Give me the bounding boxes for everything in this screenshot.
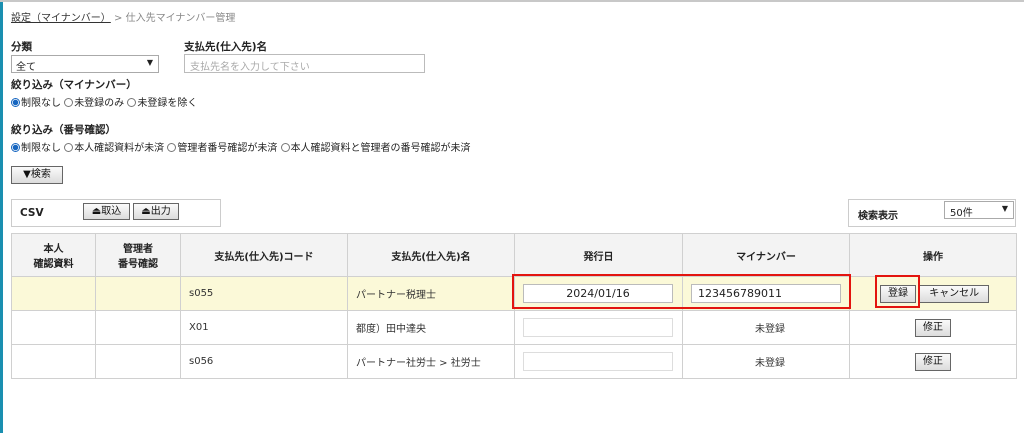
mynumber-filter-label: 絞り込み（マイナンバー） <box>11 79 137 91</box>
table-row: s056 パートナー社労士 > 社労士 未登録 修正 <box>11 344 1017 379</box>
payee-name-label: 支払先(仕入先)名 <box>184 41 268 53</box>
cell-issue-date <box>514 310 683 345</box>
top-divider <box>0 0 1024 2</box>
cell-issue-date <box>514 344 683 379</box>
cell-admin-check <box>95 310 181 345</box>
radio-admin-check-pending[interactable]: 管理者番号確認が未済 <box>167 143 277 154</box>
display-count-label: 検索表示 <box>858 211 898 222</box>
radio-selected-icon <box>11 98 20 107</box>
cell-payee-code: X01 <box>180 310 348 345</box>
header-issue-date: 発行日 <box>514 233 683 277</box>
cell-admin-check <box>95 344 181 379</box>
number-check-filter-group: 制限なし 本人確認資料が未済 管理者番号確認が未済 本人確認資料と管理者の番号確… <box>11 139 471 154</box>
cell-payee-name: パートナー税理士 <box>347 276 515 311</box>
radio-no-limit[interactable]: 制限なし <box>11 98 61 109</box>
radio-icon <box>64 143 74 152</box>
radio-icon <box>167 143 177 152</box>
radio-check-no-limit[interactable]: 制限なし <box>11 143 61 154</box>
dropdown-arrow-icon: ▼ <box>1001 204 1008 213</box>
search-button[interactable]: ▼検索 <box>11 166 63 184</box>
breadcrumb-current: 仕入先マイナンバー管理 <box>125 13 236 24</box>
radio-selected-icon <box>11 143 20 152</box>
cell-payee-name: 都度）田中達央 <box>347 310 515 345</box>
cell-payee-name: パートナー社労士 > 社労士 <box>347 344 515 379</box>
cell-payee-code: s055 <box>180 276 348 311</box>
cell-actions: 修正 <box>849 310 1017 345</box>
display-count-value: 50件 <box>950 208 973 219</box>
radio-both-pending[interactable]: 本人確認資料と管理者の番号確認が未済 <box>280 143 471 154</box>
table-row: X01 都度）田中達央 未登録 修正 <box>11 310 1017 345</box>
radio-unregistered-only[interactable]: 未登録のみ <box>64 98 124 109</box>
cell-admin-check <box>95 276 181 311</box>
table-header-row: 本人 確認資料 管理者 番号確認 支払先(仕入先)コード 支払先(仕入先)名 発行日… <box>11 233 1017 277</box>
payee-name-placeholder: 支払先名を入力して下さい <box>190 62 310 73</box>
cell-identity-doc <box>11 344 96 379</box>
annotation-highlight-register <box>875 275 920 308</box>
display-count-select[interactable]: 50件 ▼ <box>944 201 1014 219</box>
header-admin-check: 管理者 番号確認 <box>95 233 181 277</box>
category-select-value: 全て <box>16 62 36 73</box>
radio-icon <box>127 98 137 107</box>
upload-icon: ⏏ <box>141 206 151 217</box>
csv-export-button[interactable]: ⏏出力 <box>133 203 179 220</box>
breadcrumb: 設定（マイナンバー） > 仕入先マイナンバー管理 <box>11 9 235 24</box>
header-actions: 操作 <box>849 233 1017 277</box>
csv-import-button[interactable]: ⏏取込 <box>83 203 130 220</box>
cell-actions: 修正 <box>849 344 1017 379</box>
radio-exclude-unregistered[interactable]: 未登録を除く <box>127 98 197 109</box>
category-label: 分類 <box>11 41 32 53</box>
cell-identity-doc <box>11 276 96 311</box>
radio-identity-doc-pending[interactable]: 本人確認資料が未済 <box>64 143 164 154</box>
unregistered-status: 未登録 <box>682 344 850 379</box>
left-accent-bar <box>0 0 3 433</box>
annotation-highlight-inputs <box>512 274 851 309</box>
issue-date-input[interactable] <box>523 318 673 337</box>
header-mynumber: マイナンバー <box>682 233 850 277</box>
edit-button[interactable]: 修正 <box>915 352 951 371</box>
mynumber-filter-group: 制限なし 未登録のみ 未登録を除く <box>11 94 197 109</box>
cell-identity-doc <box>11 310 96 345</box>
radio-icon <box>64 98 74 107</box>
cell-payee-code: s056 <box>180 344 348 379</box>
dropdown-arrow-icon: ▼ <box>146 58 153 67</box>
header-payee-name: 支払先(仕入先)名 <box>347 233 515 277</box>
csv-label: CSV <box>20 207 44 219</box>
payee-name-input[interactable]: 支払先名を入力して下さい <box>184 54 425 73</box>
number-check-filter-label: 絞り込み（番号確認） <box>11 124 116 136</box>
cancel-button[interactable]: キャンセル <box>919 284 990 303</box>
unregistered-status: 未登録 <box>682 310 850 345</box>
category-select[interactable]: 全て ▼ <box>11 55 159 73</box>
download-icon: ⏏ <box>91 206 102 217</box>
header-payee-code: 支払先(仕入先)コード <box>180 233 348 277</box>
breadcrumb-link-settings[interactable]: 設定（マイナンバー） <box>11 13 111 24</box>
header-identity-doc: 本人 確認資料 <box>11 233 96 277</box>
edit-button[interactable]: 修正 <box>915 318 951 337</box>
breadcrumb-separator: > <box>114 13 123 24</box>
issue-date-input[interactable] <box>523 352 673 371</box>
radio-icon <box>280 143 290 152</box>
